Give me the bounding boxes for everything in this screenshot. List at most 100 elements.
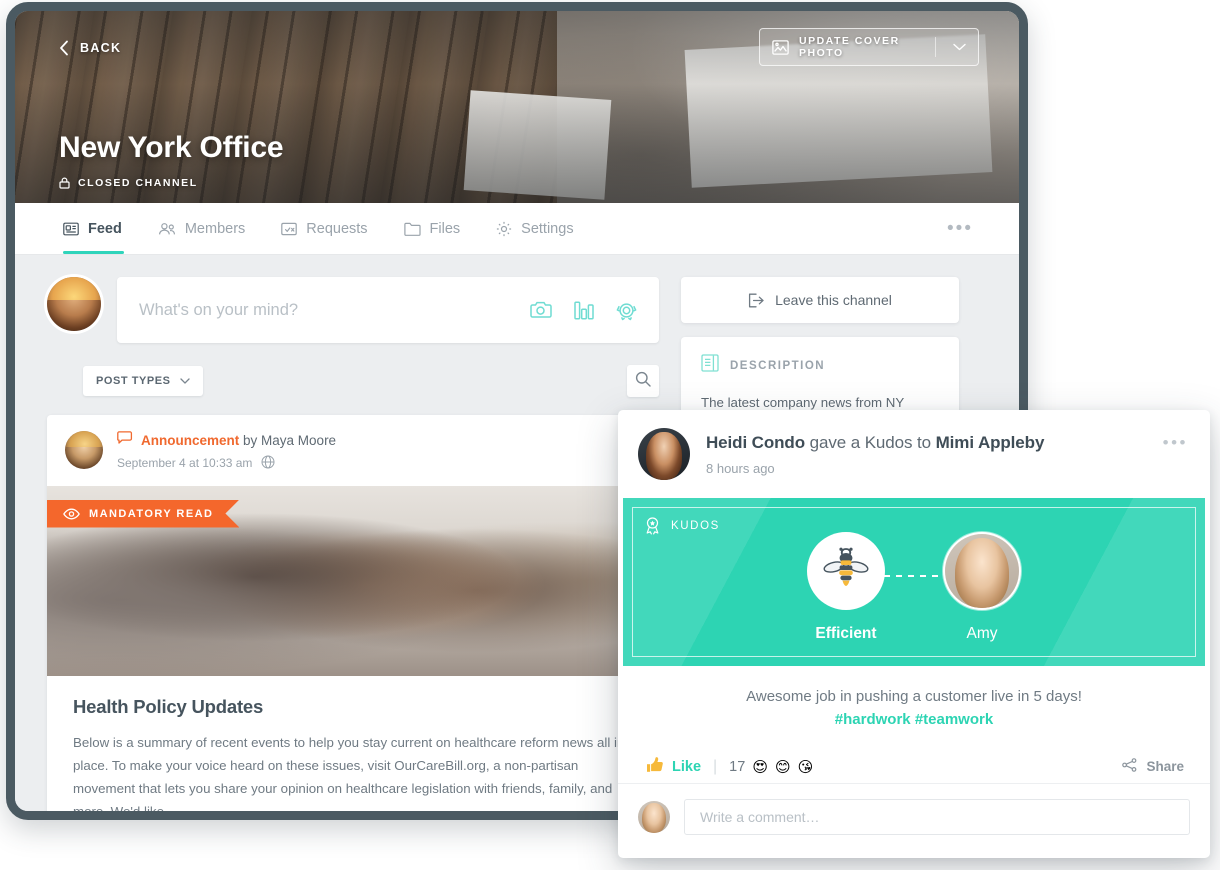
requests-icon [281,222,298,236]
leave-channel-button[interactable]: Leave this channel [681,277,959,323]
reaction-heart-eyes-emoji[interactable]: 😍 [752,758,768,776]
share-label: Share [1146,759,1184,774]
tab-members-label: Members [184,220,246,237]
post-image: MANDATORY READ [47,485,659,676]
tab-feed-label: Feed [88,220,122,237]
image-icon [772,39,789,55]
post-meta: Announcement by Maya Moore September 4 a… [117,431,336,472]
search-icon [635,371,651,392]
tab-files[interactable]: Files [386,203,479,254]
description-heading: DESCRIPTION [730,359,826,372]
avatar-post-author[interactable] [65,431,103,469]
kudos-receiver-name[interactable]: Mimi Appleby [936,433,1045,452]
kudos-card-header: Heidi Condo gave a Kudos to Mimi Appleby… [618,410,1210,480]
kudos-headline: Heidi Condo gave a Kudos to Mimi Appleby [706,428,1044,453]
kudos-recipient-node: Amy [942,532,1022,643]
post-type-and-author: Announcement by Maya Moore [141,432,336,450]
kudos-hashtags[interactable]: #hardwork #teamwork [618,711,1210,728]
channel-cover-photo: BACK New York Office CLOSED CHANNEL UPDA… [15,11,1019,203]
comment-composer: Write a comment… [618,784,1210,835]
kudos-banner: KUDOS Efficient Amy [623,498,1205,666]
avatar-image [638,801,670,833]
leave-channel-card: Leave this channel [681,277,959,323]
update-cover-divider [935,37,936,57]
comment-input[interactable]: Write a comment… [684,799,1190,835]
composer-box[interactable]: What's on your mind? [117,277,659,343]
reaction-emoji-group[interactable]: 😍 😊 😘 [752,758,813,776]
update-cover-photo-label: UPDATE COVER PHOTO [799,35,900,59]
post-author-label: by Maya Moore [243,432,337,448]
reaction-kiss-emoji[interactable]: 😘 [798,758,814,776]
feed-column: What's on your mind? POST TYPES Announce… [47,277,659,811]
post-timestamp-row: September 4 at 10:33 am [117,455,336,472]
chevron-left-icon [59,40,69,56]
back-label: BACK [80,41,122,55]
tab-requests-label: Requests [306,220,368,237]
kudos-giver-name[interactable]: Heidi Condo [706,433,805,452]
feed-filter-row: POST TYPES [83,365,659,397]
gear-icon [496,221,512,237]
tabbar-overflow-button[interactable]: ••• [947,219,981,238]
avatar-current-user[interactable] [47,277,101,331]
chevron-down-icon [179,375,190,387]
tab-settings[interactable]: Settings [478,203,591,254]
kudos-badge-name: Efficient [815,625,877,642]
description-icon [701,354,719,377]
kudos-icon[interactable] [616,300,637,321]
exit-icon [748,293,765,308]
kudos-badge-node: Efficient [806,532,886,643]
feed-search-button[interactable] [627,365,659,397]
composer-placeholder[interactable]: What's on your mind? [139,301,516,320]
camera-icon[interactable] [530,301,552,319]
bee-icon [822,545,870,598]
update-cover-photo-button[interactable]: UPDATE COVER PHOTO [759,28,979,66]
channel-privacy: CLOSED CHANNEL [59,177,198,189]
mandatory-read-label: MANDATORY READ [89,507,214,520]
avatar-image [945,534,1019,608]
tab-requests[interactable]: Requests [263,203,385,254]
share-icon [1122,758,1137,775]
post-byline: Announcement by Maya Moore [117,431,336,450]
chevron-down-icon[interactable] [953,43,966,51]
avatar-kudos-giver[interactable] [638,428,690,480]
post-body: Health Policy Updates Below is a summary… [47,676,659,811]
post-text: Below is a summary of recent events to h… [73,734,624,811]
kudos-timestamp: 8 hours ago [706,461,775,477]
folder-icon [403,222,421,236]
description-header: DESCRIPTION [701,354,939,377]
tab-files-label: Files [429,220,461,237]
kudos-badge-circle [807,532,885,610]
kudos-message: Awesome job in pushing a customer live i… [746,688,1082,705]
kudos-action-bar: Like | 17 😍 😊 😘 Share [618,750,1210,784]
kudos-recipient-avatar[interactable] [943,532,1021,610]
poll-icon[interactable] [574,300,594,320]
post-timestamp: September 4 at 10:33 am [117,456,253,471]
channel-title: New York Office [59,131,284,164]
reaction-smiling-emoji[interactable]: 😊 [775,758,791,776]
eye-icon [63,508,80,520]
channel-privacy-label: CLOSED CHANNEL [78,177,198,189]
channel-tabbar: Feed Members Requests Files Settings ••• [15,203,1019,255]
lock-icon [59,177,70,189]
post-header: Announcement by Maya Moore September 4 a… [47,415,659,486]
back-button[interactable]: BACK [59,40,121,56]
feed-post-announcement: Announcement by Maya Moore September 4 a… [47,415,659,811]
kudos-overflow-button[interactable]: ••• [1163,434,1188,451]
post-composer: What's on your mind? [47,277,659,343]
post-type-label: Announcement [141,432,240,448]
post-types-dropdown[interactable]: POST TYPES [83,366,203,396]
kudos-banner-label: KUDOS [671,519,720,532]
members-icon [158,222,176,236]
share-button[interactable]: Share [1122,758,1184,775]
kudos-middle-text: gave a Kudos to [805,433,936,452]
screenshot-root: BACK New York Office CLOSED CHANNEL UPDA… [0,0,1220,870]
like-button[interactable]: Like [646,756,701,777]
avatar-comment-author[interactable] [638,801,670,833]
reaction-count: 17 [729,758,746,775]
tab-feed[interactable]: Feed [53,203,140,254]
feed-icon [63,221,79,237]
kudos-recipient-label: Amy [966,625,998,642]
tab-members[interactable]: Members [140,203,263,254]
like-label: Like [672,758,702,775]
globe-icon [261,455,275,472]
